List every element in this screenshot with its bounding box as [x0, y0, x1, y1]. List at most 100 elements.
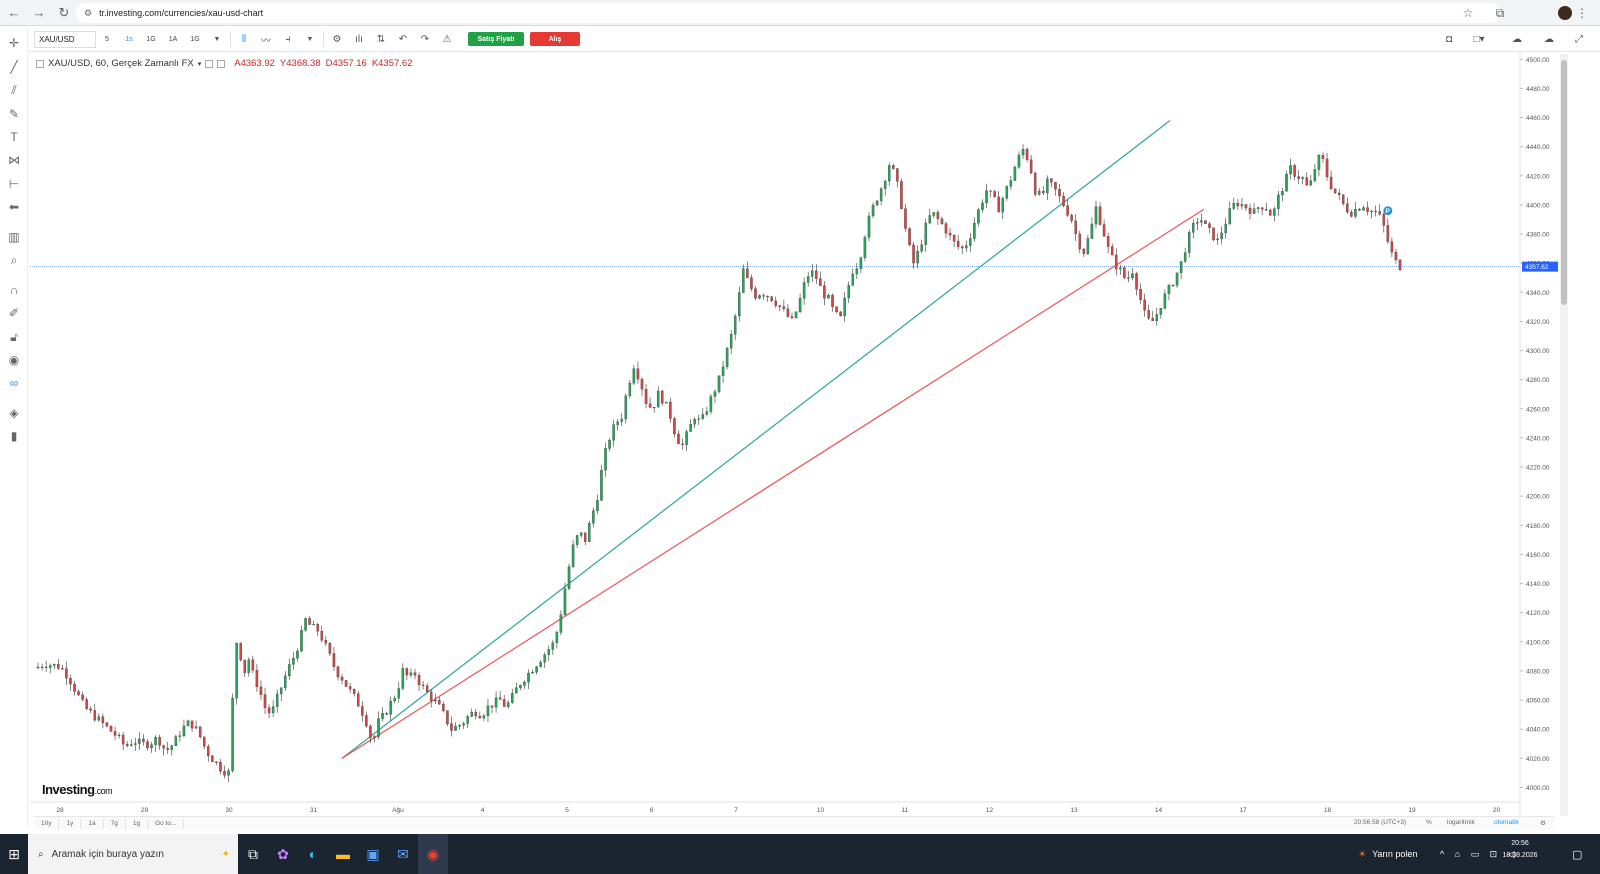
trash-icon[interactable]: ▮	[4, 426, 24, 446]
zoom-icon[interactable]: ⌕	[4, 250, 24, 270]
symbol-input[interactable]: XAU/USD	[34, 30, 96, 48]
back-icon[interactable]: ←	[3, 2, 25, 24]
candle-body	[717, 375, 721, 392]
candle-body	[960, 246, 964, 249]
bar-type-icon[interactable]: ⫞	[277, 31, 299, 48]
candle-body	[1106, 236, 1110, 247]
notification-icon[interactable]: ▢	[1572, 834, 1582, 874]
auto-toggle[interactable]: otomatik	[1494, 819, 1519, 826]
timeframe-1s[interactable]: 1s	[118, 31, 140, 48]
candle-body	[1029, 159, 1033, 174]
log-toggle[interactable]: logaritmik	[1447, 819, 1475, 826]
scrollbar-thumb[interactable]	[1561, 60, 1567, 305]
fullscreen-icon[interactable]: ⤢	[1568, 31, 1590, 48]
candle-body	[1110, 246, 1114, 256]
extensions-icon[interactable]: ⧉	[1490, 3, 1510, 23]
candle-body	[1058, 189, 1061, 197]
undo-icon[interactable]: ↶	[392, 31, 414, 48]
range-1a[interactable]: 1a	[81, 818, 104, 829]
weather-widget[interactable]: ☀ Yarın polen	[1358, 834, 1417, 874]
candle-body	[661, 390, 664, 404]
range-1g[interactable]: 1g	[126, 818, 149, 829]
range-10y[interactable]: 10y	[34, 818, 60, 829]
timeframe-5[interactable]: 5	[96, 31, 118, 48]
outlook-icon[interactable]: ✉	[388, 834, 418, 874]
file-explorer-icon[interactable]: ▬	[328, 834, 358, 874]
percent-toggle[interactable]: %	[1426, 819, 1432, 826]
indicators-icon[interactable]: ▥	[4, 227, 24, 247]
taskbar-clock[interactable]: 20:56 18.08.2026	[1500, 838, 1540, 862]
chart-type-dropdown-icon[interactable]: ▼	[299, 31, 321, 48]
layers-icon[interactable]: ◈	[4, 403, 24, 423]
candle-body	[956, 240, 960, 247]
candle-body	[904, 208, 907, 229]
candle-body	[170, 745, 174, 750]
store-icon[interactable]: ▣	[358, 834, 388, 874]
reload-icon[interactable]: ↻	[53, 2, 75, 24]
redo-icon[interactable]: ↷	[414, 31, 436, 48]
pattern-tool-icon[interactable]: ⋈	[4, 150, 24, 170]
measure-tool-icon[interactable]: ⊢	[4, 174, 24, 194]
range-7g[interactable]: 7g	[104, 818, 126, 829]
cloud-load-icon[interactable]: ☁	[1504, 31, 1530, 48]
candle-body	[896, 168, 899, 182]
alert-icon[interactable]: ⚠	[436, 31, 458, 48]
candle-body	[482, 715, 486, 719]
candle-body	[1224, 223, 1227, 234]
pencil-lock-icon[interactable]: ✐	[4, 303, 24, 323]
range-1y[interactable]: 1y	[59, 818, 82, 829]
layout-dropdown-icon[interactable]: □▾	[1464, 31, 1494, 48]
text-tool-icon[interactable]: T	[4, 127, 24, 147]
link-icon[interactable]: ∞	[4, 373, 24, 393]
candles-icon[interactable]: ⫴	[233, 31, 255, 48]
edge-icon[interactable]: ◐	[298, 834, 328, 874]
timeframe-1g[interactable]: 1G	[140, 31, 162, 48]
sell-button[interactable]: Satış Fiyatı	[468, 32, 524, 46]
address-bar[interactable]: ⚙ tr.investing.com/currencies/xau-usd-ch…	[76, 3, 1500, 23]
chrome-icon[interactable]: ◉	[418, 834, 448, 874]
candle-body	[1333, 188, 1337, 194]
candle-body	[454, 726, 457, 731]
settings-gear-icon[interactable]: ⚙	[326, 31, 348, 48]
channel-tool-icon[interactable]: ⫽	[4, 80, 24, 100]
indicators-toolbar-icon[interactable]: ılı	[348, 31, 370, 48]
candle-body	[357, 693, 360, 707]
magnet-icon[interactable]: ∩	[4, 280, 24, 300]
timeframe-dropdown-icon[interactable]: ▼	[206, 31, 228, 48]
windows-start-icon[interactable]: ⊞	[0, 834, 28, 874]
menu-dots-icon[interactable]: ⋮	[1574, 3, 1590, 23]
copilot-icon[interactable]: ✿	[268, 834, 298, 874]
taskbar-search[interactable]: ⌕ Aramak için buraya yazın ✦	[28, 834, 238, 874]
line-chart-icon[interactable]: 〰	[255, 31, 277, 48]
crosshair-icon[interactable]: ✛	[4, 33, 24, 53]
candle-body	[442, 704, 445, 711]
bookmark-star-icon[interactable]: ☆	[1458, 3, 1478, 23]
camera-icon[interactable]: ◘	[1438, 31, 1460, 48]
arrow-left-icon[interactable]: ⬅	[4, 197, 24, 217]
site-info-icon[interactable]: ⚙	[84, 8, 92, 19]
y-tick-label: 4060.00	[1526, 698, 1550, 705]
trendline-tool-icon[interactable]: ╱	[4, 57, 24, 77]
cloud-save-icon[interactable]: ☁	[1536, 31, 1562, 48]
eye-icon[interactable]: ◉	[4, 350, 24, 370]
y-tick-label: 4440.00	[1526, 144, 1550, 151]
candle-body	[1074, 220, 1077, 235]
lock-icon[interactable]: 🔓︎	[4, 327, 24, 347]
task-view-icon[interactable]: ⧉	[238, 834, 268, 874]
buy-button[interactable]: Alış	[530, 32, 580, 46]
candle-body	[332, 653, 336, 667]
candle-body	[575, 535, 579, 545]
candle-body	[523, 681, 526, 686]
go-to-button[interactable]: Go to...	[148, 818, 185, 829]
candle-body	[1135, 273, 1138, 290]
x-tick-label: 20	[1493, 807, 1501, 814]
scale-settings-icon[interactable]: ⚙	[1540, 819, 1546, 827]
compare-icon[interactable]: ⇅	[370, 31, 392, 48]
brush-tool-icon[interactable]: ✎	[4, 104, 24, 124]
price-chart[interactable]: 4500.00 4480.00 4460.00 4440.00 4420.00 4400.…	[30, 52, 1560, 816]
forward-icon[interactable]: →	[28, 2, 50, 24]
timeframe-1a[interactable]: 1A	[162, 31, 184, 48]
profile-avatar[interactable]	[1558, 6, 1572, 20]
timeframe-1g-2[interactable]: 1G	[184, 31, 206, 48]
candle-body	[158, 737, 161, 746]
